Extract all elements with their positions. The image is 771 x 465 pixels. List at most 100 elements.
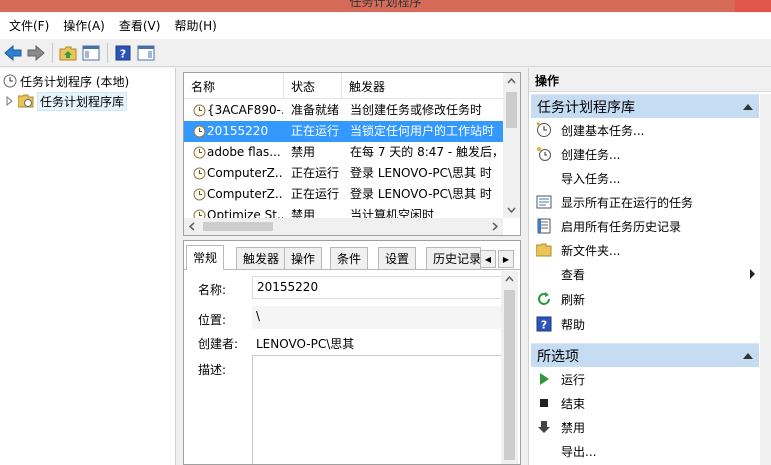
expand-arrow-icon[interactable] (6, 96, 14, 106)
tab-triggers[interactable]: 触发器 (236, 247, 287, 269)
location-label: 位置: (198, 313, 227, 327)
action-new-folder[interactable]: 新文件夹... (531, 238, 759, 262)
tree-library-node[interactable]: 任务计划程序库 (6, 91, 128, 111)
task-trigger: 当创建任务或修改任务时 (350, 103, 483, 117)
task-list-vertical-scrollbar[interactable] (503, 73, 520, 218)
task-trigger: 当锁定任何用户的工作站时 (350, 124, 495, 138)
scroll-thumb[interactable] (504, 290, 515, 460)
action-enable-history[interactable]: 启用所有任务历史记录 (531, 214, 759, 238)
detail-vertical-scrollbar[interactable] (501, 271, 518, 464)
actions-pane-scrollbar[interactable] (760, 94, 771, 465)
author-label: 创建者: (198, 337, 239, 351)
show-hide-action-pane-button[interactable] (135, 42, 157, 64)
task-trigger: 登录 LENOVO-PC\思其 时 (350, 166, 492, 180)
running-tasks-icon (536, 195, 552, 209)
description-textarea[interactable] (252, 355, 504, 464)
task-row[interactable]: ComputerZ... 正在运行 登录 LENOVO-PC\思其 时 (184, 163, 504, 184)
hscroll-thumb[interactable] (203, 222, 273, 231)
task-trigger: 在每 7 天的 8:47 - 触发后， (350, 145, 504, 159)
action-create-task[interactable]: 创建任务... (531, 142, 759, 166)
task-list-horizontal-scrollbar[interactable] (184, 218, 503, 235)
tab-left-arrow-icon: ◀ (484, 254, 492, 264)
tab-actions[interactable]: 操作 (284, 247, 323, 269)
close-button[interactable] (735, 0, 771, 12)
task-trigger: 登录 LENOVO-PC\思其 时 (350, 187, 492, 201)
create-basic-task-icon (536, 122, 551, 137)
action-show-running-tasks[interactable]: 显示所有正在运行的任务 (531, 190, 759, 214)
scroll-up-icon[interactable] (503, 73, 520, 90)
collapse-caret-icon[interactable] (743, 353, 753, 359)
tab-conditions[interactable]: 条件 (330, 247, 369, 269)
menu-action[interactable]: 操作(A) (56, 13, 112, 39)
task-row[interactable]: adobe flas... 禁用 在每 7 天的 8:47 - 触发后， (184, 142, 504, 163)
task-row[interactable]: {3ACAF890-... 准备就绪 当创建任务或修改任务时 (184, 100, 504, 121)
task-status: 正在运行 (291, 166, 340, 180)
column-header-status[interactable]: 状态 (284, 73, 342, 99)
scroll-right-icon[interactable] (486, 218, 503, 235)
clock-icon (3, 74, 17, 88)
action-label: 刷新 (561, 292, 586, 307)
task-clock-icon (193, 104, 206, 117)
task-status: 正在运行 (291, 124, 340, 138)
toolbar-separator (52, 42, 53, 63)
tab-scroll-right[interactable]: ▶ (498, 250, 514, 268)
scroll-down-icon[interactable] (503, 201, 520, 218)
tree-root-label: 任务计划程序 (本地) (20, 74, 130, 89)
section-header-selected-item[interactable]: 所选项 (531, 343, 759, 367)
action-end[interactable]: 结束 (531, 391, 759, 415)
scroll-up-icon[interactable] (501, 271, 518, 288)
action-label: 结束 (561, 396, 586, 411)
blank-icon (536, 443, 552, 459)
action-label: 帮助 (561, 317, 586, 332)
section-header-library[interactable]: 任务计划程序库 (531, 94, 759, 118)
menu-help[interactable]: 帮助(H) (167, 13, 223, 39)
action-label: 创建任务... (561, 147, 621, 162)
action-label: 创建基本任务... (561, 123, 645, 138)
submenu-arrow-icon (750, 269, 755, 279)
svg-text:?: ? (541, 319, 547, 332)
action-create-basic-task[interactable]: 创建基本任务... (531, 118, 759, 142)
task-row-selected[interactable]: 20155220 正在运行 当锁定任何用户的工作站时 (184, 121, 504, 142)
action-help[interactable]: ? 帮助 (531, 312, 759, 336)
show-hide-tree-button[interactable] (80, 42, 102, 64)
console-tree-icon (82, 45, 100, 60)
action-run[interactable]: 运行 (531, 367, 759, 391)
tab-history[interactable]: 历史记录 (426, 247, 481, 269)
forward-button[interactable] (25, 42, 47, 64)
task-list: 名称 状态 触发器 {3ACAF890-... 准备就绪 当创建任务或修改任务时… (183, 72, 521, 236)
scroll-left-icon[interactable] (184, 218, 201, 235)
action-import-task[interactable]: 导入任务... (531, 166, 759, 190)
task-detail-panel: 常规 触发器 操作 条件 设置 历史记录 ◀ ▶ 名称: 20155220 位置… (183, 240, 521, 465)
up-folder-button[interactable] (57, 42, 79, 64)
action-view[interactable]: 查看 (531, 262, 759, 286)
tab-scroll-left[interactable]: ◀ (480, 250, 496, 268)
tree-root-node[interactable]: 任务计划程序 (本地) (3, 71, 129, 91)
task-status: 准备就绪 (291, 103, 340, 117)
menu-file[interactable]: 文件(F) (2, 13, 56, 39)
section-title: 任务计划程序库 (537, 99, 635, 116)
column-header-trigger[interactable]: 触发器 (342, 73, 504, 99)
action-label: 禁用 (561, 420, 586, 435)
action-refresh[interactable]: 刷新 (531, 287, 759, 311)
help-icon: ? (536, 316, 552, 332)
tree-library-label: 任务计划程序库 (37, 91, 128, 111)
tab-general[interactable]: 常规 (186, 245, 225, 270)
column-header-name[interactable]: 名称 (184, 73, 284, 99)
name-field[interactable]: 20155220 (252, 276, 504, 299)
help-icon: ? (115, 45, 131, 60)
task-status: 禁用 (291, 145, 316, 159)
menu-view[interactable]: 查看(V) (112, 13, 168, 39)
tab-settings[interactable]: 设置 (378, 247, 417, 269)
create-task-icon (537, 147, 551, 161)
task-status: 正在运行 (291, 187, 340, 201)
actions-pane-title: 操作 (529, 68, 771, 92)
collapse-caret-icon[interactable] (743, 104, 753, 110)
task-row[interactable]: ComputerZ... 正在运行 登录 LENOVO-PC\思其 时 (184, 184, 504, 205)
action-label: 运行 (561, 372, 586, 387)
forward-arrow-icon (27, 44, 45, 61)
action-disable[interactable]: 禁用 (531, 415, 759, 439)
back-button[interactable] (2, 42, 24, 64)
action-export[interactable]: 导出... (531, 439, 759, 463)
help-button[interactable]: ? (112, 42, 134, 64)
scroll-thumb[interactable] (506, 92, 517, 128)
